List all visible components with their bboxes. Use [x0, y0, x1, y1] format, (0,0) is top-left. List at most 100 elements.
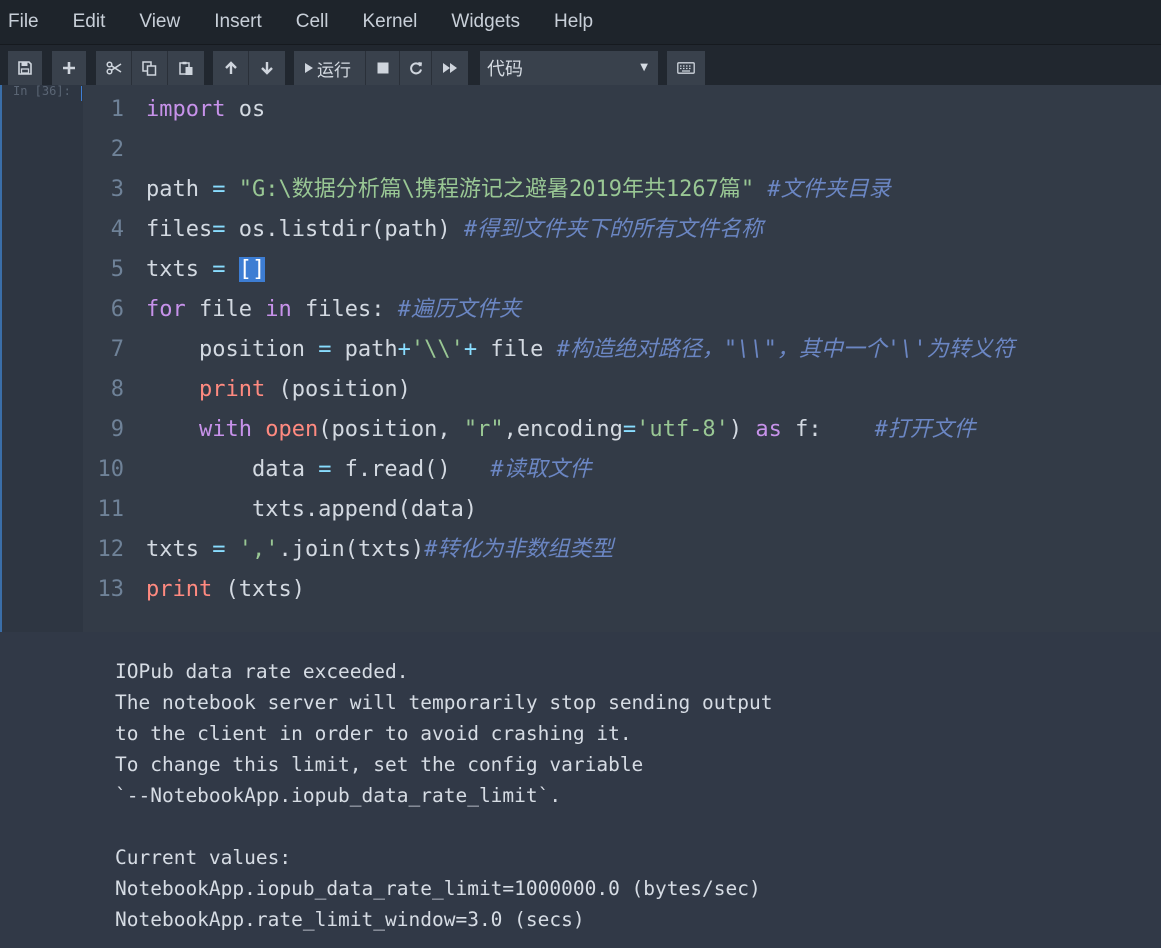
code-token: path — [146, 177, 213, 202]
line-number: 12 — [97, 537, 125, 562]
code-keyword: as — [755, 417, 782, 442]
code-line[interactable]: 6 for file in files: #遍历文件夹 — [83, 290, 1161, 330]
menu-insert[interactable]: Insert — [196, 3, 278, 41]
code-string: '\\' — [410, 337, 464, 362]
save-icon — [18, 61, 32, 75]
stop-icon — [377, 62, 388, 74]
code-text: files= os.listdir(path) #得到文件夹下的所有文件名称 — [146, 210, 763, 250]
code-line[interactable]: 5 txts = [] — [83, 250, 1161, 290]
code-comment: #文件夹目录 — [767, 177, 891, 202]
fast-forward-icon — [443, 63, 457, 73]
cell-selection-bar — [0, 85, 2, 632]
code-keyword: open — [265, 417, 319, 442]
input-prompt: In [36]: — [13, 84, 71, 98]
save-group — [8, 51, 42, 85]
code-line[interactable]: 11 txts.append(data) — [83, 490, 1161, 530]
code-comment: #遍历文件夹 — [397, 297, 521, 322]
line-number: 7 — [110, 337, 124, 362]
code-token: position — [146, 337, 319, 362]
menu-view[interactable]: View — [121, 3, 196, 41]
line-number: 2 — [110, 137, 124, 162]
keyboard-group — [667, 51, 705, 85]
scissors-icon — [105, 61, 121, 75]
cut-button[interactable] — [96, 51, 132, 85]
cell-type-select[interactable]: 代码 ▼ — [480, 51, 658, 85]
code-token: .join(txts) — [278, 537, 425, 562]
restart-run-all-button[interactable] — [432, 51, 468, 85]
code-line[interactable]: 1 import os — [83, 90, 1161, 130]
code-keyword: print — [146, 577, 213, 602]
code-token: ) — [728, 417, 756, 442]
interrupt-button[interactable] — [366, 51, 400, 85]
menu-kernel[interactable]: Kernel — [344, 3, 433, 41]
code-text: data = f.read() #读取文件 — [146, 450, 592, 490]
code-line[interactable]: 4 files= os.listdir(path) #得到文件夹下的所有文件名称 — [83, 210, 1161, 250]
code-line[interactable]: 7 position = path+'\\'+ file #构造绝对路径，"\\… — [83, 330, 1161, 370]
add-cell-button[interactable] — [52, 51, 86, 85]
save-button[interactable] — [8, 51, 42, 85]
code-token: os — [225, 97, 266, 122]
code-token: files: — [291, 297, 398, 322]
plus-icon — [63, 62, 75, 74]
code-cell: In [36]: 1 import os 2 3 path = "G:\数据分析篇\携程… — [0, 85, 1161, 948]
code-line[interactable]: 13 print (txts) — [83, 570, 1161, 610]
output-line: The notebook server will temporarily sto… — [115, 691, 773, 714]
code-text: print (position) — [146, 370, 411, 410]
code-line[interactable]: 3 path = "G:\数据分析篇\携程游记之避暑2019年共1267篇" #文… — [83, 170, 1161, 210]
move-up-button[interactable] — [213, 51, 249, 85]
code-token: os.listdir(path) — [225, 217, 464, 242]
code-text: for file in files: #遍历文件夹 — [146, 290, 521, 330]
menu-file[interactable]: File — [0, 3, 55, 41]
command-palette-button[interactable] — [667, 51, 705, 85]
code-token: file — [477, 337, 557, 362]
code-keyword: = — [212, 177, 226, 202]
code-keyword: = — [212, 537, 226, 562]
line-number: 10 — [97, 457, 125, 482]
code-editor[interactable]: 1 import os 2 3 path = "G:\数据分析篇\携程游记之避暑2019… — [83, 85, 1161, 632]
output-line: to the client in order to avoid crashing… — [115, 722, 632, 745]
code-keyword: = — [212, 217, 226, 242]
bracket-match: [] — [238, 257, 266, 282]
code-line[interactable]: 12 txts = ','.join(txts)#转化为非数组类型 — [83, 530, 1161, 570]
line-number: 11 — [97, 497, 125, 522]
line-number: 3 — [110, 177, 124, 202]
code-token: (position, — [318, 417, 464, 442]
run-group: 运行 — [294, 51, 468, 85]
menu-cell[interactable]: Cell — [278, 3, 345, 41]
menu-help[interactable]: Help — [536, 3, 609, 41]
code-line[interactable]: 8 print (position) — [83, 370, 1161, 410]
caret-down-icon: ▼ — [640, 62, 648, 73]
prompt-cursor — [81, 86, 82, 101]
code-text: print (txts) — [146, 570, 305, 610]
code-text: txts.append(data) — [146, 490, 477, 530]
output-line: Current values: — [115, 846, 292, 869]
code-keyword: for — [146, 297, 186, 322]
code-token: txts.append(data) — [146, 497, 478, 522]
cell-type-value: 代码 — [487, 59, 523, 80]
move-down-button[interactable] — [249, 51, 285, 85]
output-line: IOPub data rate exceeded. — [115, 660, 409, 683]
move-group — [213, 51, 285, 85]
code-line[interactable]: 9 with open(position, "r",encoding='utf-… — [83, 410, 1161, 450]
paste-button[interactable] — [168, 51, 204, 85]
run-button[interactable]: 运行 — [294, 51, 366, 85]
code-line[interactable]: 2 — [83, 130, 1161, 170]
restart-button[interactable] — [400, 51, 432, 85]
code-keyword: + — [463, 337, 478, 362]
paste-icon — [178, 61, 192, 75]
copy-button[interactable] — [132, 51, 168, 85]
code-comment: #转化为非数组类型 — [424, 537, 614, 562]
line-number: 9 — [110, 417, 124, 442]
code-line[interactable]: 10 data = f.read() #读取文件 — [83, 450, 1161, 490]
code-keyword: import — [146, 97, 226, 122]
line-number: 13 — [97, 577, 125, 602]
run-label: 运行 — [317, 60, 351, 81]
code-comment: #构造绝对路径，"\\"，其中一个'\'为转义符 — [556, 337, 1015, 362]
menu-edit[interactable]: Edit — [55, 3, 122, 41]
menu-widgets[interactable]: Widgets — [433, 3, 536, 41]
code-token: files — [146, 217, 213, 242]
